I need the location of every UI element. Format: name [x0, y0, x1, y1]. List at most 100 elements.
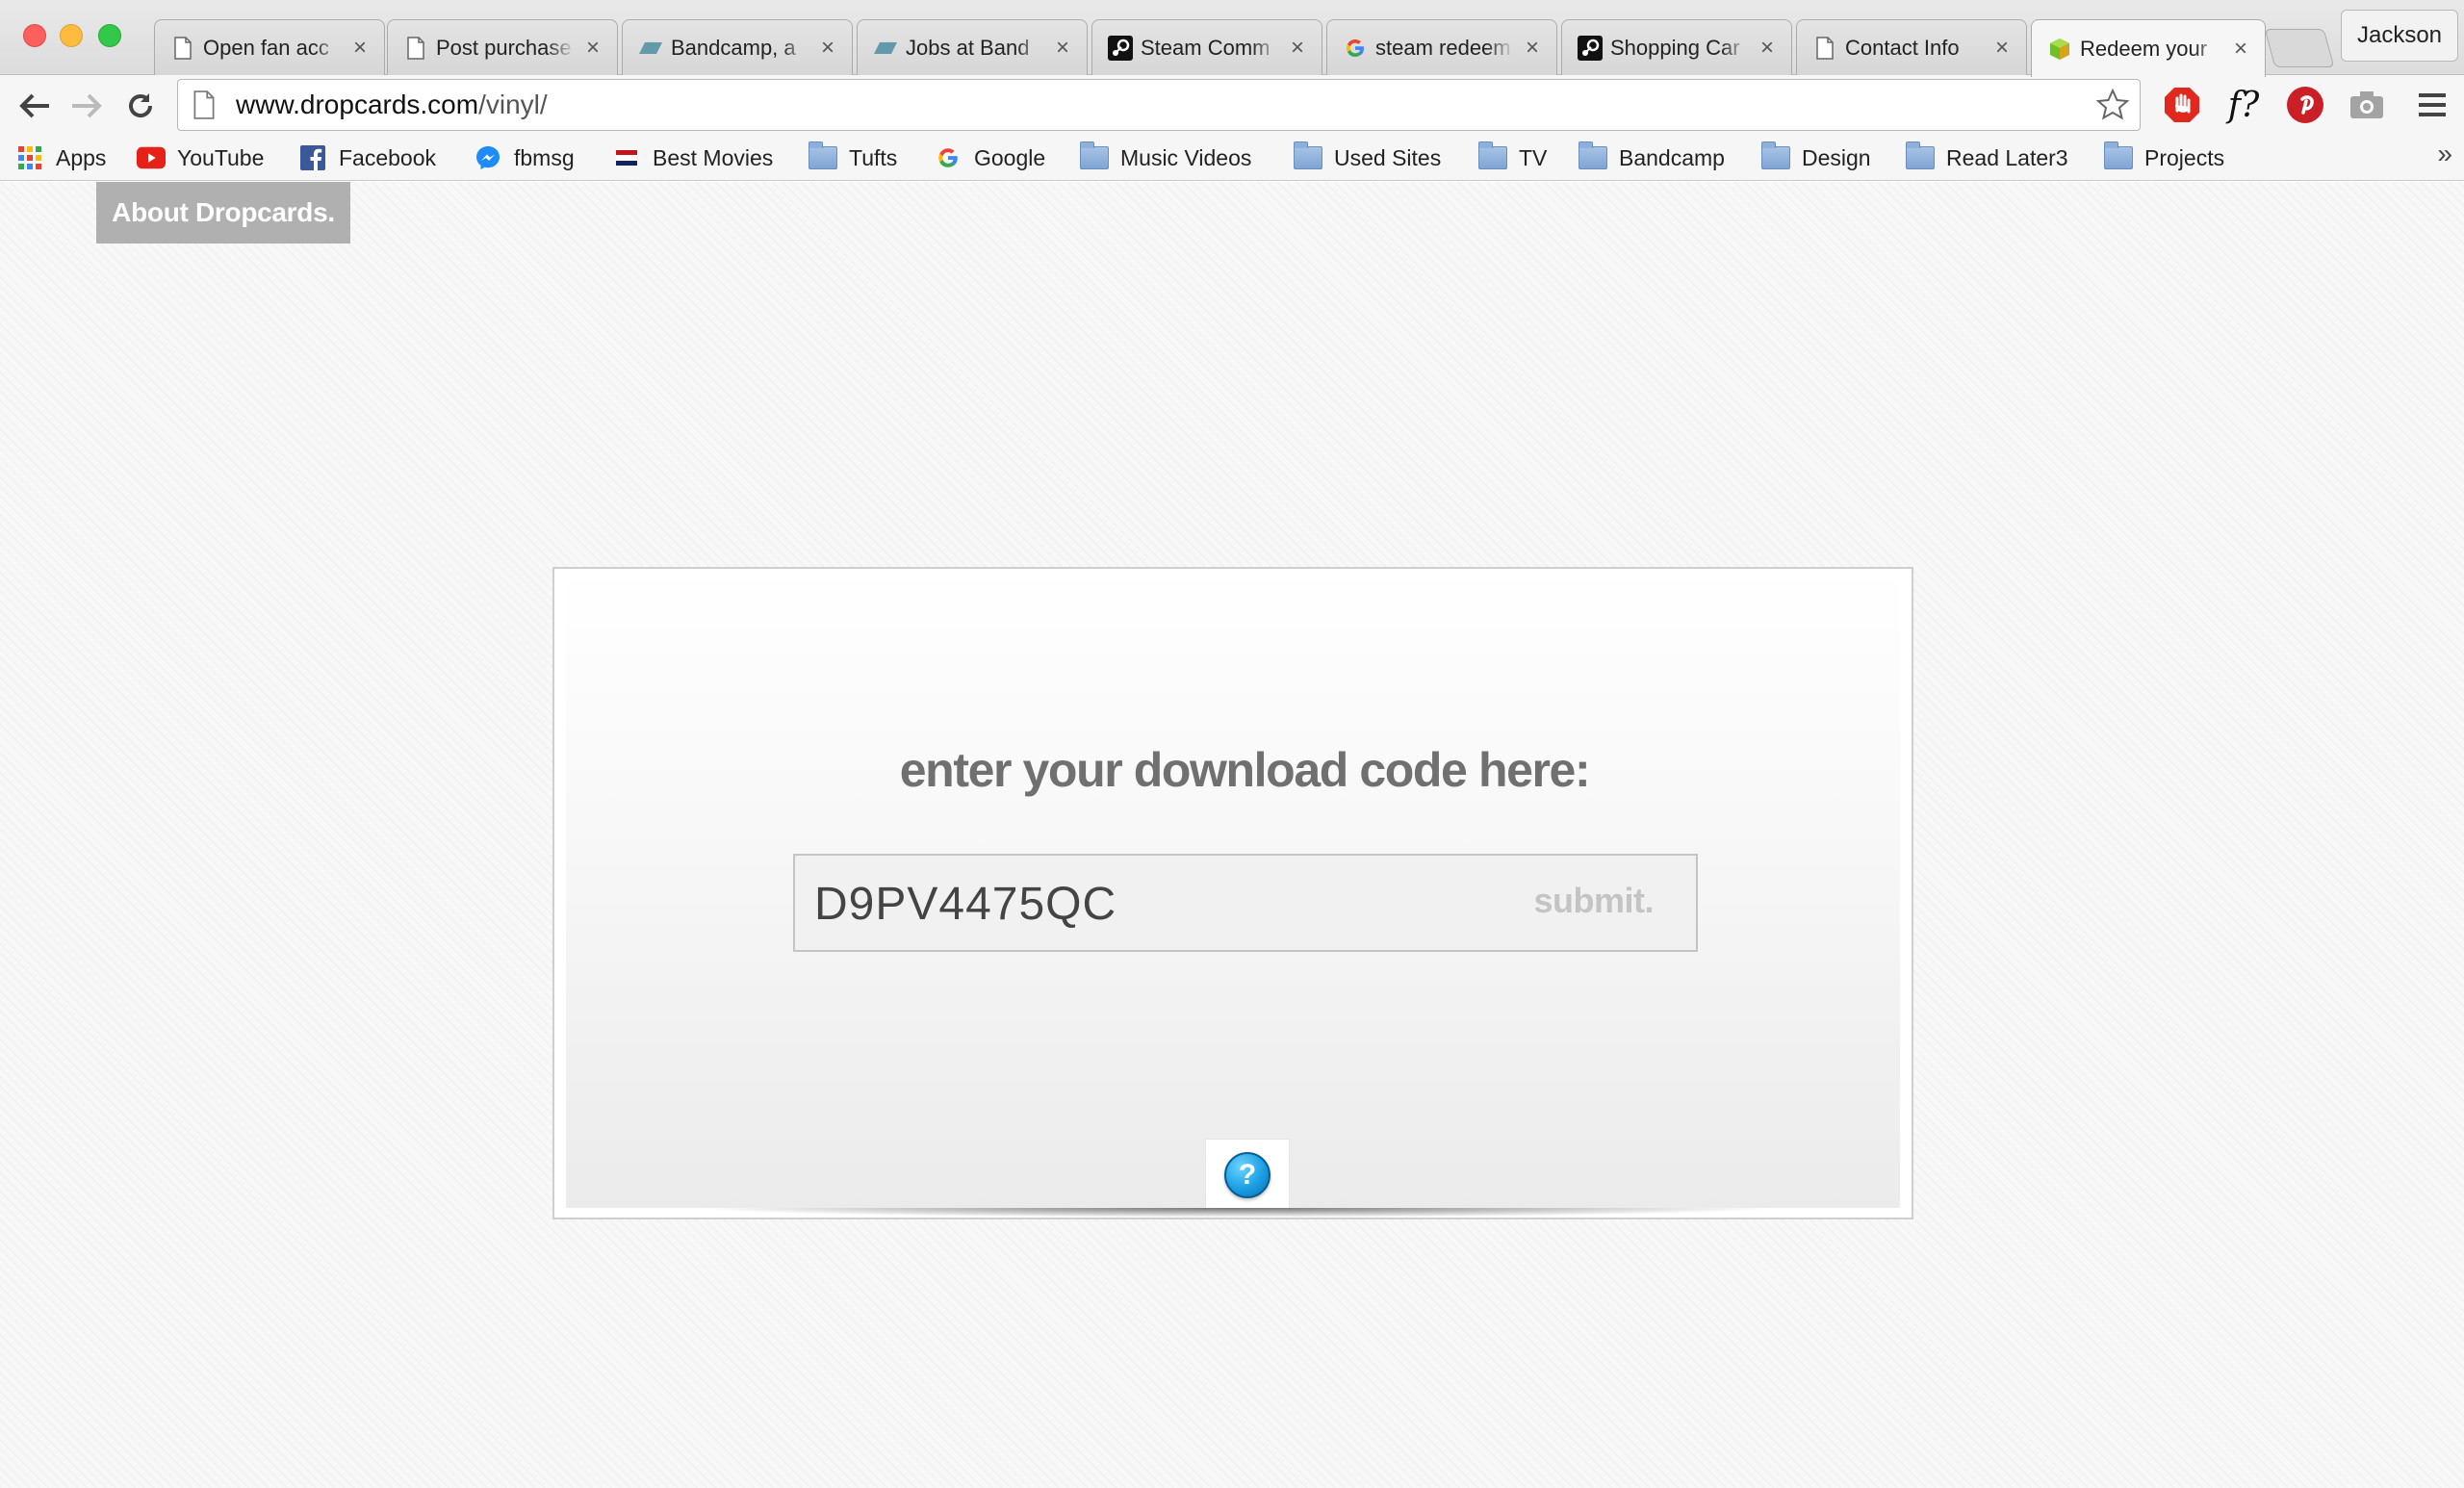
tab-title: Bandcamp, a [671, 35, 796, 60]
tab-post-purchase[interactable]: Post purchase × [387, 19, 618, 75]
browser-toolbar: www.dropcards.com/vinyl/ f? [0, 75, 2464, 137]
close-icon[interactable]: × [2230, 36, 2251, 63]
submit-button[interactable]: submit. [1533, 881, 1654, 921]
close-icon[interactable]: × [1522, 35, 1543, 62]
bookmarks-overflow-button[interactable]: » [2437, 139, 2452, 169]
font-finder-extension-button[interactable]: f? [2221, 83, 2266, 127]
tab-steam-community[interactable]: Steam Comm × [1091, 19, 1322, 75]
forward-arrow-icon [72, 93, 102, 118]
bookmark-label: YouTube [177, 144, 265, 170]
folder-icon [1294, 141, 1322, 170]
tab-title: Contact Info [1845, 35, 1960, 60]
stop-hand-icon [2165, 88, 2199, 122]
url-text: www.dropcards.com/vinyl/ [236, 90, 548, 120]
tab-title: Jobs at Band [906, 35, 1030, 60]
url-path: /vinyl/ [478, 90, 548, 119]
download-code-form: submit. [793, 854, 1698, 952]
bandcamp-icon [873, 36, 898, 61]
minimize-window-button[interactable] [60, 24, 83, 47]
bookmark-fbmsg[interactable]: fbmsg [474, 141, 575, 175]
bookmark-best-movies[interactable]: Best Movies [612, 141, 773, 175]
pinterest-icon [2287, 87, 2323, 123]
bookmark-apps[interactable]: Apps [15, 141, 106, 175]
back-button[interactable] [13, 85, 56, 127]
bookmark-label: Music Videos [1120, 144, 1252, 170]
facebook-icon [298, 145, 327, 170]
new-tab-button[interactable] [2264, 29, 2335, 67]
page-icon [193, 90, 215, 119]
bookmark-projects[interactable]: Projects [2104, 141, 2224, 175]
tab-title: steam redeem [1375, 35, 1511, 60]
tab-title: Post purchase [436, 35, 572, 60]
bookmark-label: Design [1802, 144, 1871, 170]
folder-icon [1906, 141, 1935, 170]
flag-icon [612, 145, 641, 170]
document-icon [1812, 36, 1837, 61]
close-icon[interactable]: × [582, 35, 603, 62]
bookmark-google[interactable]: Google [934, 141, 1045, 175]
bookmark-label: Tufts [849, 144, 898, 170]
screenshot-extension-button[interactable] [2345, 83, 2389, 127]
forward-button[interactable] [65, 85, 108, 127]
bookmark-label: Projects [2144, 144, 2225, 170]
folder-icon [1578, 141, 1607, 170]
pinterest-extension-button[interactable] [2283, 83, 2327, 127]
url-host: www.dropcards.com [236, 90, 479, 119]
bookmark-facebook[interactable]: Facebook [298, 141, 436, 175]
profile-button[interactable]: Jackson [2341, 10, 2458, 62]
close-icon[interactable]: × [1287, 35, 1308, 62]
close-icon[interactable]: × [1052, 35, 1073, 62]
close-icon[interactable]: × [817, 35, 838, 62]
download-code-input[interactable] [814, 869, 1488, 938]
folder-icon [808, 141, 837, 170]
bookmark-tv[interactable]: TV [1478, 141, 1547, 175]
tab-open-fan-acc[interactable]: Open fan acc × [154, 19, 385, 75]
steam-icon [1108, 35, 1133, 61]
bookmark-read-later3[interactable]: Read Later3 [1906, 141, 2068, 175]
close-icon[interactable]: × [1757, 35, 1778, 62]
address-bar[interactable]: www.dropcards.com/vinyl/ [177, 79, 2141, 131]
messenger-icon [474, 145, 502, 170]
folder-icon [1478, 141, 1507, 170]
bookmark-label: Best Movies [653, 144, 774, 170]
chrome-menu-button[interactable] [2410, 83, 2454, 127]
tab-title: Shopping Car [1610, 35, 1740, 60]
google-icon [1343, 36, 1368, 61]
zoom-window-button[interactable] [98, 24, 121, 47]
bookmark-label: fbmsg [514, 144, 575, 170]
reload-button[interactable] [119, 85, 162, 127]
google-icon [934, 145, 962, 170]
close-window-button[interactable] [23, 24, 46, 47]
tab-shopping-cart[interactable]: Shopping Car × [1561, 19, 1792, 75]
apps-grid-icon [15, 145, 44, 170]
bandcamp-icon [638, 36, 663, 61]
close-icon[interactable]: × [349, 35, 371, 62]
bookmark-label: Bandcamp [1619, 144, 1725, 170]
bookmark-tufts[interactable]: Tufts [808, 141, 897, 175]
close-icon[interactable]: × [1991, 35, 2013, 62]
back-arrow-icon [19, 93, 49, 118]
tab-steam-redeem[interactable]: steam redeem × [1326, 19, 1557, 75]
bookmark-label: TV [1519, 144, 1548, 170]
adblock-extension-button[interactable] [2160, 83, 2204, 127]
tab-jobs-at-bandcamp[interactable]: Jobs at Band × [857, 19, 1088, 75]
bookmark-label: Read Later3 [1946, 144, 2068, 170]
help-tab[interactable]: ? [1205, 1139, 1290, 1210]
download-code-prompt: enter your download code here: [899, 743, 1591, 797]
bookmark-bandcamp[interactable]: Bandcamp [1578, 141, 1725, 175]
tab-bandcamp[interactable]: Bandcamp, a × [622, 19, 853, 75]
tab-contact-info[interactable]: Contact Info × [1796, 19, 2027, 75]
tab-redeem-your[interactable]: Redeem your × [2031, 19, 2266, 77]
bookmark-design[interactable]: Design [1761, 141, 1871, 175]
bookmark-music-videos[interactable]: Music Videos [1080, 141, 1251, 175]
steam-icon [1578, 35, 1603, 61]
card-shadow [689, 1208, 1777, 1218]
bookmark-used-sites[interactable]: Used Sites [1294, 141, 1441, 175]
folder-icon [1761, 141, 1790, 170]
bookmark-youtube[interactable]: YouTube [137, 141, 264, 175]
help-question-icon[interactable]: ? [1224, 1151, 1270, 1198]
about-dropcards-button[interactable]: About Dropcards. [96, 182, 350, 244]
bookmark-star-icon[interactable] [2095, 88, 2130, 122]
folder-icon [2104, 141, 2133, 170]
tab-title: Open fan acc [203, 35, 329, 60]
